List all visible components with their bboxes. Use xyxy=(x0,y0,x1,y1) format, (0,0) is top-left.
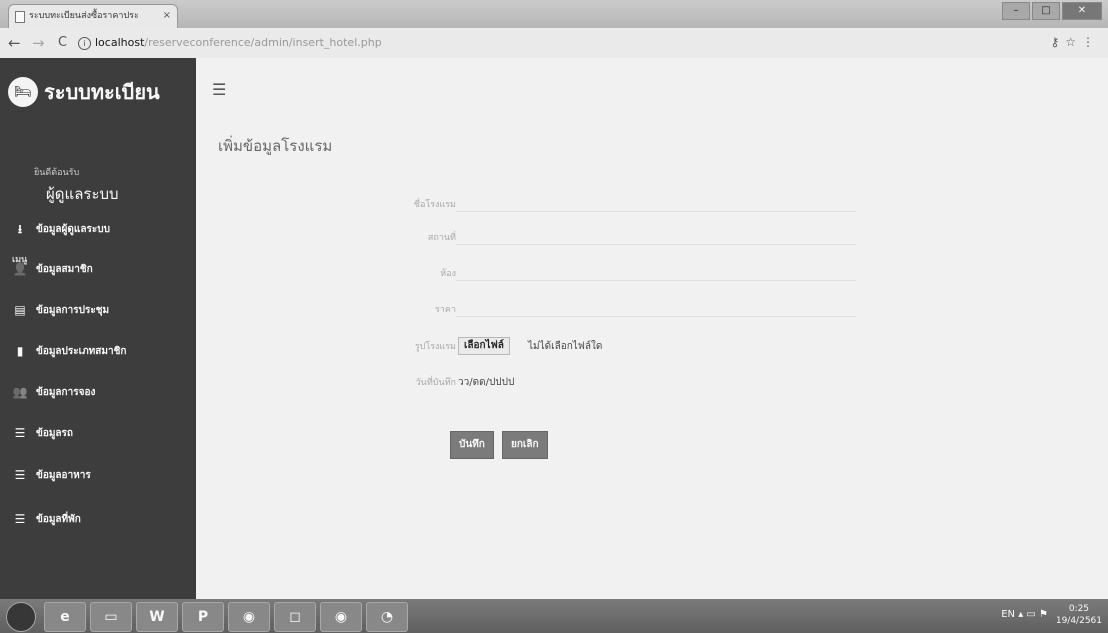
page-icon xyxy=(15,11,25,23)
hotel-name-row: ชื่อโรงแรม xyxy=(196,193,1108,215)
network-icon[interactable]: ▭ xyxy=(1026,609,1035,620)
date-label: วันที่บันทึก xyxy=(415,378,456,388)
sidebar-item-label: ข้อมูลรถ xyxy=(36,427,73,439)
sidebar: 🛏 ระบบทะเบียน ยินดีต้อนรับ ผู้ดูแลระบบ เ… xyxy=(0,58,196,599)
location-input[interactable] xyxy=(456,228,856,245)
clock[interactable]: 0:25 19/4/2561 xyxy=(1056,603,1102,627)
browser-tab-bar: ระบบทะเบียนส่งซื้อราคาประ × – □ ✕ xyxy=(0,0,1108,28)
url-path: /reserveconference/admin/insert_hotel.ph… xyxy=(144,36,382,49)
location-row: สถานที่ xyxy=(196,226,1108,248)
bed-icon: 🛏 xyxy=(8,77,38,107)
paint-taskbar-icon[interactable]: ◔ xyxy=(366,602,408,632)
choose-file-button[interactable]: เลือกไฟล์ xyxy=(458,337,510,355)
hotel-name-input[interactable] xyxy=(456,195,856,212)
menu-dots-icon[interactable]: ⋮ xyxy=(1082,35,1100,49)
sidebar-item-label: ข้อมูลสมาชิก xyxy=(36,263,93,275)
taskbar: e ▭ W P ◉ ◻ ◉ ◔ EN ▴ ▭ ⚑ 0:25 19/4/2561 xyxy=(0,599,1108,633)
user-icon: 👤 xyxy=(12,262,28,276)
url-host: localhost xyxy=(95,36,145,49)
star-icon[interactable]: ☆ xyxy=(1065,35,1082,49)
sidebar-item-label: ข้อมูลที่พัก xyxy=(36,513,81,525)
word-taskbar-icon[interactable]: W xyxy=(136,602,178,632)
sidebar-item-cars[interactable]: ☰ ข้อมูลรถ xyxy=(12,422,73,444)
image-label: รูปโรงแรม xyxy=(414,342,456,352)
tab-title: ระบบทะเบียนส่งซื้อราคาประ xyxy=(29,11,139,21)
browser-tab[interactable]: ระบบทะเบียนส่งซื้อราคาประ × xyxy=(8,4,178,28)
sidebar-item-label: ข้อมูลประเภทสมาชิก xyxy=(36,345,127,357)
browser-toolbar-icons: ⚷☆⋮ xyxy=(1050,35,1100,49)
brand[interactable]: 🛏 ระบบทะเบียน xyxy=(8,76,160,108)
list-icon: ☰ xyxy=(14,426,26,440)
image-row: รูปโรงแรม เลือกไฟล์ ไม่ได้เลือกไฟล์ใด xyxy=(196,335,1108,357)
sidebar-item-accommodation[interactable]: ☰ ข้อมูลที่พัก xyxy=(12,508,81,530)
list-icon: ☰ xyxy=(14,468,26,482)
sidebar-item-food[interactable]: ☰ ข้อมูลอาหาร xyxy=(12,464,91,486)
price-input[interactable] xyxy=(456,300,856,317)
file-status: ไม่ได้เลือกไฟล์ใด xyxy=(528,341,603,352)
page-title: เพิ่มข้อมูลโรงแรม xyxy=(218,137,333,155)
sidebar-item-members[interactable]: 👤 ข้อมูลสมาชิก xyxy=(12,258,93,280)
users-icon: 👥 xyxy=(12,385,28,399)
save-button[interactable]: บันทึก xyxy=(450,431,494,459)
cancel-button[interactable]: ยกเลิก xyxy=(502,431,548,459)
sidebar-item-label: ข้อมูลการจอง xyxy=(36,386,96,398)
main-content: ☰ เพิ่มข้อมูลโรงแรม ชื่อโรงแรม สถานที่ ห… xyxy=(196,58,1108,599)
room-input[interactable] xyxy=(456,264,856,281)
address-bar: ← → C i localhost/reserveconference/admin… xyxy=(0,28,1108,59)
sidebar-item-label: ข้อมูลการประชุม xyxy=(36,304,110,316)
sidebar-item-member-types[interactable]: ▮ ข้อมูลประเภทสมาชิก xyxy=(12,340,127,362)
back-icon[interactable]: ← xyxy=(8,34,21,52)
flag-icon[interactable]: ⚑ xyxy=(1039,609,1048,620)
id-card-icon: ▤ xyxy=(14,303,26,317)
start-button[interactable] xyxy=(6,602,36,632)
chrome-taskbar-icon[interactable]: ◉ xyxy=(228,602,270,632)
clock-date: 19/4/2561 xyxy=(1055,616,1102,626)
price-row: ราคา xyxy=(196,298,1108,320)
username: ผู้ดูแลระบบ xyxy=(46,185,119,203)
clock-time: 0:25 xyxy=(1068,604,1090,614)
reload-icon[interactable]: C xyxy=(58,35,67,50)
minimize-button[interactable]: – xyxy=(1002,2,1030,20)
sidebar-item-label: ข้อมูลอาหาร xyxy=(36,469,91,481)
forward-icon[interactable]: → xyxy=(32,34,45,52)
brand-title: ระบบทะเบียน xyxy=(44,80,160,104)
chrome-taskbar-icon-2[interactable]: ◉ xyxy=(320,602,362,632)
close-window-button[interactable]: ✕ xyxy=(1062,2,1102,20)
hamburger-menu-icon[interactable]: ☰ xyxy=(212,80,226,99)
hotel-name-label: ชื่อโรงแรม xyxy=(413,200,456,210)
maximize-button[interactable]: □ xyxy=(1032,2,1060,20)
system-tray: EN ▴ ▭ ⚑ xyxy=(1001,609,1048,620)
location-label: สถานที่ xyxy=(427,233,456,243)
tab-close-icon[interactable]: × xyxy=(163,5,171,27)
language-indicator[interactable]: EN xyxy=(1001,609,1015,620)
file-icon: ▮ xyxy=(16,344,24,358)
download-user-icon: ⭳ xyxy=(17,222,23,236)
ie-taskbar-icon[interactable]: e xyxy=(44,602,86,632)
sidebar-item-admins[interactable]: ⭳ ข้อมูลผู้ดูแลระบบ xyxy=(12,218,110,240)
list-icon: ☰ xyxy=(14,512,26,526)
sidebar-item-bookings[interactable]: 👥 ข้อมูลการจอง xyxy=(12,381,96,403)
price-label: ราคา xyxy=(435,305,456,315)
date-input[interactable]: วว/ดด/ปปปป xyxy=(458,375,514,390)
room-row: ห้อง xyxy=(196,262,1108,284)
sidebar-item-meetings[interactable]: ▤ ข้อมูลการประชุม xyxy=(12,299,109,321)
key-icon[interactable]: ⚷ xyxy=(1050,35,1065,49)
info-icon[interactable]: i xyxy=(78,37,91,50)
window-controls: – □ ✕ xyxy=(1002,2,1102,20)
powerpoint-taskbar-icon[interactable]: P xyxy=(182,602,224,632)
date-row: วันที่บันทึก วว/ดด/ปปปป xyxy=(196,371,1108,393)
welcome-text: ยินดีต้อนรับ xyxy=(34,168,80,178)
window-taskbar-icon[interactable]: ◻ xyxy=(274,602,316,632)
sidebar-item-label: ข้อมูลผู้ดูแลระบบ xyxy=(36,223,110,235)
room-label: ห้อง xyxy=(440,269,456,279)
url-input[interactable]: i localhost/reserveconference/admin/inser… xyxy=(78,33,978,53)
folder-taskbar-icon[interactable]: ▭ xyxy=(90,602,132,632)
